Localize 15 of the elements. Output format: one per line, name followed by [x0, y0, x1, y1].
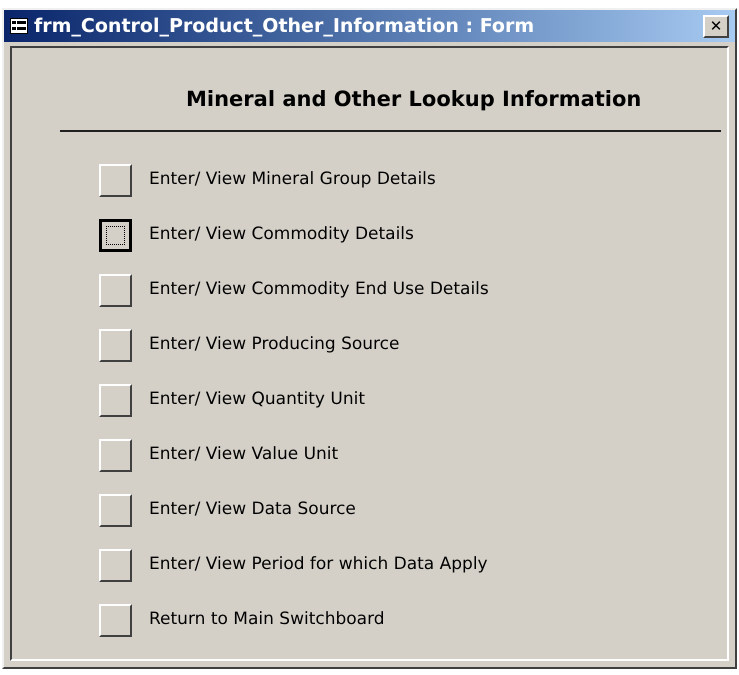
- window-title: frm_Control_Product_Other_Information : Form: [34, 14, 534, 39]
- focus-rectangle: [106, 226, 125, 244]
- button-caption: Enter/ View Data Source: [149, 498, 356, 522]
- form-icon: [10, 18, 28, 34]
- close-button[interactable]: ✕: [703, 14, 729, 38]
- button-caption: Return to Main Switchboard: [149, 608, 385, 632]
- form-heading: Mineral and Other Lookup Information: [186, 86, 642, 113]
- button-caption: Enter/ View Mineral Group Details: [149, 168, 436, 192]
- command-button[interactable]: [99, 218, 132, 252]
- button-caption: Enter/ View Value Unit: [149, 443, 338, 466]
- button-caption: Enter/ View Producing Source: [149, 333, 400, 356]
- button-caption: Enter/ View Period for which Data Apply: [149, 553, 488, 576]
- button-caption: Enter/ View Commodity End Use Details: [149, 278, 489, 302]
- button-caption: Enter/ View Commodity Details: [149, 223, 414, 246]
- button-caption: Enter/ View Quantity Unit: [149, 388, 365, 412]
